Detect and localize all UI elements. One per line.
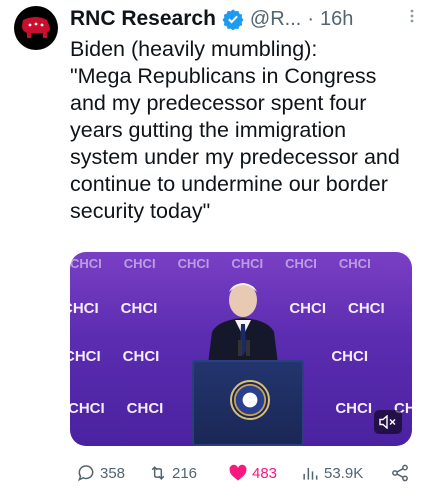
repost-count: 216 [172, 464, 198, 482]
repost-icon [151, 466, 165, 480]
reply-button[interactable]: 358 [76, 463, 125, 483]
reply-count: 358 [100, 464, 126, 482]
like-count: 483 [252, 464, 278, 482]
timestamp[interactable]: 16h [320, 8, 353, 31]
reply-icon [78, 465, 94, 482]
video-player[interactable]: CHCICHCICHCICHCICHCICHCI CHCICHCICHCICHC… [70, 252, 412, 446]
views-icon [303, 468, 318, 480]
tweet-text: Biden (heavily mumbling): "Mega Republic… [70, 37, 400, 223]
action-bar: 358 216 483 53.9K [70, 460, 420, 486]
banner-row: CHCI CHCI CHCI CHCI CHCI CHCI [70, 256, 371, 271]
like-button[interactable]: 483 [228, 463, 277, 483]
author-name[interactable]: RNC Research [70, 7, 216, 31]
avatar[interactable] [14, 6, 58, 50]
separator-dot: · [307, 7, 314, 30]
heart-icon [229, 464, 247, 481]
verified-badge-icon [222, 9, 244, 30]
elephant-logo-icon [22, 17, 50, 38]
mute-button[interactable] [374, 410, 402, 434]
tweet-header: RNC Research @R... · 16h [70, 4, 420, 34]
podium [192, 360, 304, 446]
presidential-seal [230, 380, 270, 420]
share-icon [392, 464, 408, 482]
author-handle[interactable]: @R... [250, 8, 301, 31]
views-button[interactable]: 53.9K [300, 463, 363, 483]
repost-button[interactable]: 216 [148, 463, 197, 483]
views-count: 53.9K [324, 464, 364, 482]
share-button[interactable] [390, 463, 414, 483]
mute-icon [379, 415, 396, 429]
more-options-icon[interactable] [404, 8, 420, 24]
